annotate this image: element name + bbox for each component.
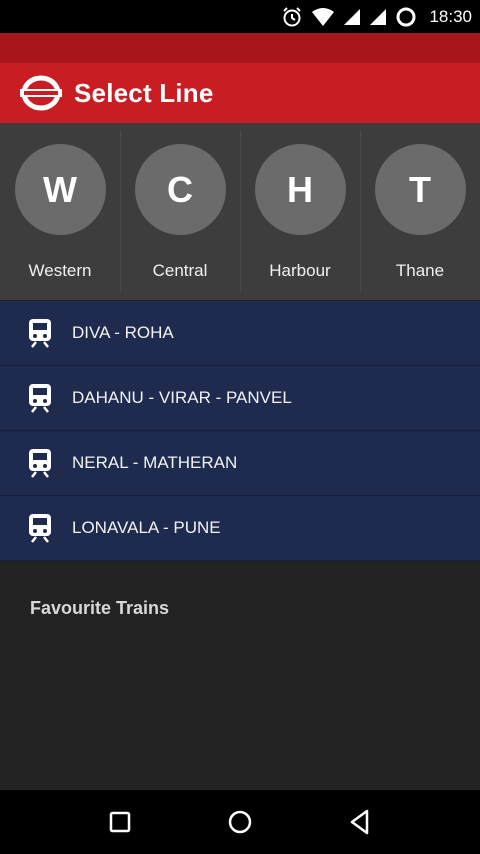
route-label: NERAL - MATHERAN (72, 453, 238, 472)
status-bar: 18:30 (0, 0, 480, 33)
back-icon[interactable] (340, 802, 380, 842)
page-title: Select Line (74, 77, 214, 108)
line-option-central[interactable]: C Central (120, 123, 240, 300)
line-label: Central (152, 261, 208, 280)
line-label: Harbour (269, 261, 331, 280)
line-badge: W (14, 144, 106, 235)
line-badge: C (134, 144, 226, 235)
signal-icon (369, 8, 387, 26)
signal-icon (343, 8, 361, 26)
route-label: DIVA - ROHA (72, 323, 174, 342)
home-icon[interactable] (220, 802, 260, 842)
line-option-harbour[interactable]: H Harbour (240, 123, 360, 300)
route-label: LONAVALA - PUNE (72, 518, 221, 537)
line-badge: T (374, 144, 466, 235)
status-time: 18:30 (429, 6, 472, 26)
top-strip (0, 33, 480, 63)
route-item-lonavala-pune[interactable]: LONAVALA - PUNE (0, 496, 480, 561)
line-label: Western (28, 261, 92, 280)
train-icon (26, 317, 54, 349)
train-icon (26, 382, 54, 414)
route-list: DIVA - ROHA DAHANU - VIRAR - PANVEL NERA… (0, 301, 480, 561)
battery-icon (395, 6, 417, 28)
favourites-heading: Favourite Trains (30, 598, 170, 618)
line-label: Thane (395, 261, 445, 280)
screen: 18:30 Select Line W Western C Central H … (0, 0, 480, 854)
route-item-neral-matheran[interactable]: NERAL - MATHERAN (0, 431, 480, 496)
recents-icon[interactable] (100, 802, 140, 842)
railway-logo-icon (18, 70, 64, 116)
wifi-icon (311, 7, 335, 27)
navigation-bar (0, 790, 480, 854)
route-item-diva-roha[interactable]: DIVA - ROHA (0, 301, 480, 366)
train-icon (26, 512, 54, 544)
line-option-thane[interactable]: T Thane (360, 123, 480, 300)
route-item-dahanu-virar-panvel[interactable]: DAHANU - VIRAR - PANVEL (0, 366, 480, 431)
route-label: DAHANU - VIRAR - PANVEL (72, 388, 292, 407)
train-icon (26, 447, 54, 479)
alarm-icon (281, 6, 303, 28)
line-option-western[interactable]: W Western (0, 123, 120, 300)
line-selector: W Western C Central H Harbour T Thane (0, 123, 480, 300)
app-bar: Select Line (0, 63, 480, 123)
line-badge: H (254, 144, 346, 235)
